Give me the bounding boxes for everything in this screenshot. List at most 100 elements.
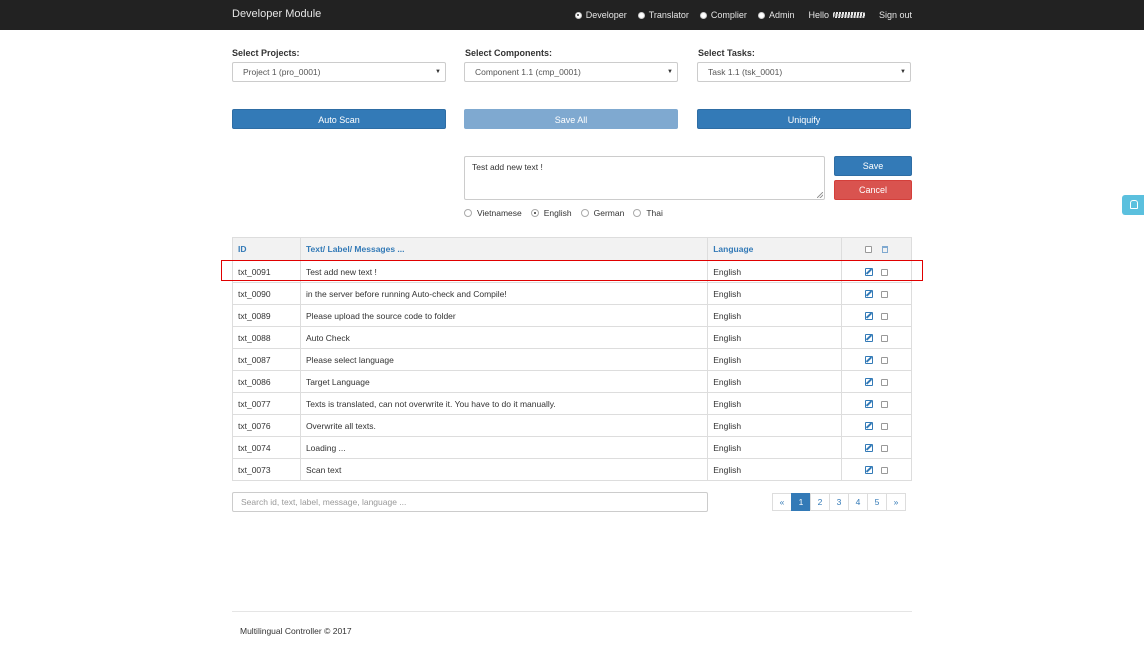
table-header-row: ID Text/ Label/ Messages ... Language — [232, 237, 912, 261]
role-label: Admin — [768, 10, 795, 20]
projects-value: Project 1 (pro_0001) — [243, 67, 321, 77]
cell-text: Texts is translated, can not overwrite i… — [299, 392, 709, 415]
cell-text: Scan text — [299, 458, 709, 481]
row-checkbox[interactable] — [881, 378, 889, 386]
uniquify-button[interactable]: Uniquify — [697, 109, 911, 129]
caret-down-icon: ▼ — [900, 69, 906, 75]
row-checkbox[interactable] — [881, 400, 889, 408]
table-row: txt_0089 Please upload the source code to… — [232, 304, 912, 327]
page-1[interactable]: 1 — [791, 493, 811, 511]
page-4[interactable]: 4 — [848, 493, 868, 511]
cell-id: txt_0076 — [232, 414, 301, 437]
radio-icon — [637, 11, 645, 19]
cell-text: Target Language — [299, 370, 709, 393]
table-row: txt_0073 Scan text English — [232, 458, 912, 481]
row-checkbox[interactable] — [881, 466, 889, 474]
row-checkbox[interactable] — [881, 356, 889, 364]
resize-handle-icon[interactable] — [817, 192, 823, 198]
cell-id: txt_0073 — [232, 458, 301, 481]
edit-icon[interactable] — [865, 466, 874, 475]
auto-scan-button[interactable]: Auto Scan — [232, 109, 446, 129]
table-row: txt_0086 Target Language English — [232, 370, 912, 393]
role-developer[interactable]: Developer — [574, 10, 627, 20]
components-label: Select Components: — [465, 48, 553, 58]
header-id[interactable]: ID — [232, 237, 301, 261]
search-input[interactable]: Search id, text, label, message, languag… — [232, 492, 708, 512]
edit-icon[interactable] — [865, 444, 874, 453]
cell-language: English — [707, 414, 843, 437]
brand-title[interactable]: Developer Module — [232, 8, 321, 20]
role-admin[interactable]: Admin — [757, 10, 795, 20]
select-all-checkbox[interactable] — [864, 246, 872, 254]
cell-text: Auto Check — [299, 326, 709, 349]
edit-icon[interactable] — [865, 356, 874, 365]
save-button[interactable]: Save — [834, 156, 912, 176]
header-language[interactable]: Language — [707, 237, 843, 261]
cell-actions — [841, 348, 912, 371]
cell-actions — [841, 414, 912, 437]
page-2[interactable]: 2 — [810, 493, 830, 511]
text-editor[interactable]: Test add new text ! — [464, 156, 825, 200]
table-row: txt_0077 Texts is translated, can not ove… — [232, 392, 912, 415]
radio-icon — [574, 11, 582, 19]
row-checkbox[interactable] — [881, 444, 889, 452]
role-label: Developer — [585, 10, 627, 20]
lang-option-thai[interactable]: Thai — [633, 208, 663, 218]
row-checkbox[interactable] — [881, 312, 889, 320]
lang-label: English — [543, 208, 572, 218]
cell-language: English — [707, 370, 843, 393]
row-checkbox[interactable] — [881, 290, 889, 298]
edit-icon[interactable] — [865, 378, 874, 387]
sign-out-link[interactable]: Sign out — [879, 10, 912, 20]
cell-text: Overwrite all texts. — [299, 414, 709, 437]
cancel-button[interactable]: Cancel — [834, 180, 912, 200]
radio-icon — [464, 209, 472, 217]
cell-language: English — [707, 348, 843, 371]
cell-id: txt_0086 — [232, 370, 301, 393]
trash-icon[interactable] — [882, 246, 889, 254]
components-select[interactable]: Component 1.1 (cmp_0001) ▼ — [464, 62, 678, 82]
edit-icon[interactable] — [865, 400, 874, 409]
edit-icon[interactable] — [865, 290, 874, 299]
cell-language: English — [707, 392, 843, 415]
projects-select[interactable]: Project 1 (pro_0001) ▼ — [232, 62, 446, 82]
row-checkbox[interactable] — [881, 334, 889, 342]
redacted-username — [832, 12, 865, 18]
save-all-button[interactable]: Save All — [464, 109, 678, 129]
lang-option-vietnamese[interactable]: Vietnamese — [464, 208, 522, 218]
cell-id: txt_0090 — [232, 282, 301, 305]
cell-id: txt_0087 — [232, 348, 301, 371]
lang-label: Vietnamese — [477, 208, 522, 218]
row-checkbox[interactable] — [881, 422, 889, 430]
cell-actions — [841, 304, 912, 327]
cell-actions — [841, 436, 912, 459]
radio-icon — [699, 11, 707, 19]
cell-language: English — [707, 326, 843, 349]
role-complier[interactable]: Complier — [699, 10, 747, 20]
text-editor-value: Test add new text ! — [472, 162, 543, 172]
page-3[interactable]: 3 — [829, 493, 849, 511]
tasks-select[interactable]: Task 1.1 (tsk_0001) ▼ — [697, 62, 911, 82]
cell-actions — [841, 370, 912, 393]
lang-option-english[interactable]: English — [530, 208, 572, 218]
lang-option-german[interactable]: German — [580, 208, 624, 218]
page-5[interactable]: 5 — [867, 493, 887, 511]
edit-icon[interactable] — [865, 312, 874, 321]
page-next[interactable]: » — [886, 493, 906, 511]
edit-icon[interactable] — [865, 334, 874, 343]
footer-divider — [232, 611, 912, 612]
header-text[interactable]: Text/ Label/ Messages ... — [299, 237, 709, 261]
pagination: « 1 2 3 4 5 » — [772, 493, 906, 511]
role-translator[interactable]: Translator — [637, 10, 689, 20]
bell-icon[interactable] — [1122, 195, 1144, 215]
cell-actions — [841, 326, 912, 349]
footer-text: Multilingual Controller © 2017 — [240, 626, 352, 636]
cell-text: in the server before running Auto-check … — [299, 282, 709, 305]
lang-label: Thai — [646, 208, 663, 218]
caret-down-icon: ▼ — [667, 69, 673, 75]
cell-language: English — [707, 436, 843, 459]
radio-icon — [633, 209, 642, 217]
page-prev[interactable]: « — [772, 493, 792, 511]
edit-icon[interactable] — [865, 422, 874, 431]
cell-text: Loading ... — [299, 436, 709, 459]
